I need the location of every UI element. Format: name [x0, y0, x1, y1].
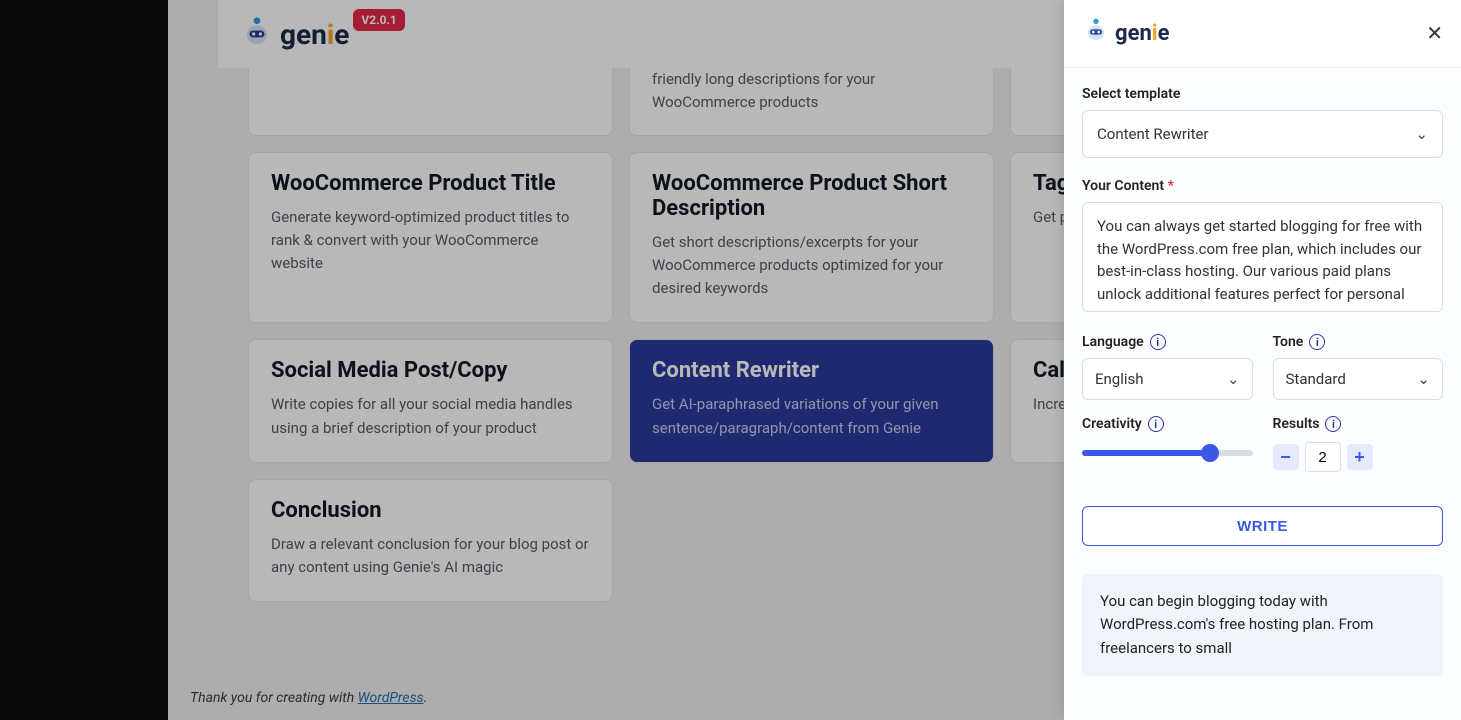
panel-app-name: genie — [1115, 21, 1170, 46]
tone-value: Standard — [1286, 370, 1346, 388]
wp-admin-sidebar — [0, 0, 168, 720]
genie-side-panel: genie ✕ Select template Content Rewriter… — [1064, 0, 1461, 720]
language-select[interactable]: English ⌄ — [1082, 358, 1253, 400]
results-stepper: − + — [1273, 442, 1444, 472]
chevron-down-icon: ⌄ — [1417, 370, 1430, 388]
template-select-value: Content Rewriter — [1097, 125, 1209, 143]
result-text: You can begin blogging today with WordPr… — [1100, 592, 1373, 657]
slider-thumb[interactable] — [1201, 444, 1219, 462]
required-indicator: * — [1168, 178, 1174, 194]
creativity-label: Creativity — [1082, 416, 1142, 432]
creativity-slider[interactable] — [1082, 450, 1253, 456]
info-icon[interactable]: i — [1309, 334, 1325, 350]
language-label: Language — [1082, 334, 1144, 350]
your-content-label: Your Content * — [1082, 178, 1443, 194]
increment-button[interactable]: + — [1347, 444, 1373, 470]
results-input[interactable] — [1305, 442, 1341, 472]
panel-logo: genie — [1082, 16, 1170, 52]
write-button[interactable]: WRITE — [1082, 506, 1443, 546]
info-icon[interactable]: i — [1148, 416, 1164, 432]
decrement-button[interactable]: − — [1273, 444, 1299, 470]
results-label: Results — [1273, 416, 1320, 432]
tone-label: Tone — [1273, 334, 1304, 350]
chevron-down-icon: ⌄ — [1415, 125, 1428, 143]
select-template-label: Select template — [1082, 86, 1443, 102]
language-value: English — [1095, 370, 1144, 388]
close-icon: ✕ — [1426, 23, 1443, 45]
robot-icon — [1082, 16, 1110, 52]
info-icon[interactable]: i — [1325, 416, 1341, 432]
info-icon[interactable]: i — [1150, 334, 1166, 350]
panel-header: genie ✕ — [1064, 0, 1461, 68]
close-button[interactable]: ✕ — [1426, 21, 1443, 46]
tone-select[interactable]: Standard ⌄ — [1273, 358, 1444, 400]
chevron-down-icon: ⌄ — [1227, 370, 1240, 388]
template-select[interactable]: Content Rewriter ⌄ — [1082, 110, 1443, 158]
your-content-input[interactable] — [1082, 202, 1443, 312]
generated-result: You can begin blogging today with WordPr… — [1082, 574, 1443, 676]
panel-body: Select template Content Rewriter ⌄ Your … — [1064, 68, 1461, 686]
